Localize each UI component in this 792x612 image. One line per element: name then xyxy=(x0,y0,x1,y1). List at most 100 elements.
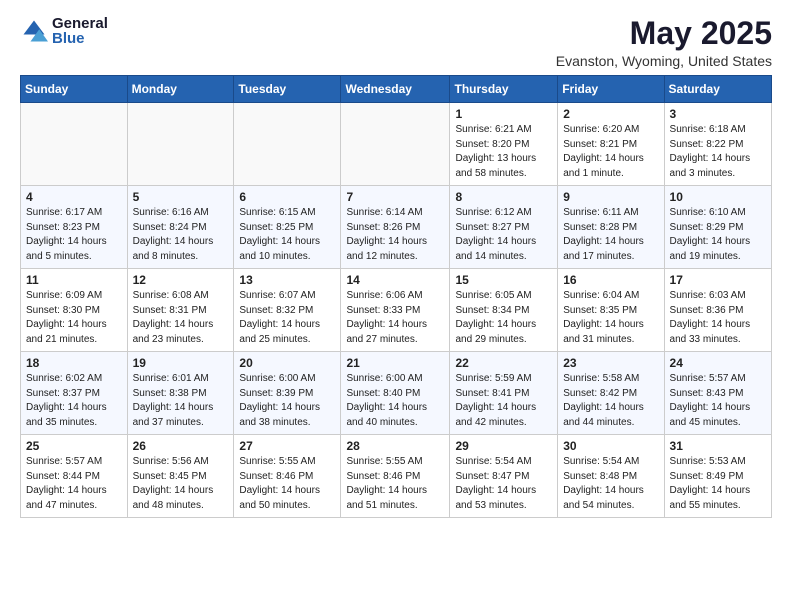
day-number: 7 xyxy=(346,190,444,204)
day-number: 4 xyxy=(26,190,122,204)
cell-w4-d3: 20 Sunrise: 6:00 AM Sunset: 8:39 PM Dayli… xyxy=(234,352,341,435)
cell-w5-d7: 31Sunrise: 5:53 AM Sunset: 8:49 PM Dayli… xyxy=(664,435,771,518)
cell-w2-d2: 5 Sunrise: 6:16 AM Sunset: 8:24 PM Daylig… xyxy=(127,186,234,269)
day-number: 30 xyxy=(563,439,658,453)
day-content: Sunrise: 6:21 AM Sunset: 8:20 PM Dayligh… xyxy=(455,123,552,181)
day-number: 28 xyxy=(346,439,444,453)
main-title: May 2025 xyxy=(556,16,772,51)
day-number: 23 xyxy=(563,356,658,370)
logo-icon xyxy=(20,17,48,45)
day-content: Sunrise: 5:57 AM Sunset: 8:44 PM Dayligh… xyxy=(26,455,122,513)
cell-w1-d3 xyxy=(234,103,341,186)
cell-w3-d7: 17 Sunrise: 6:03 AM Sunset: 8:36 PM Dayli… xyxy=(664,269,771,352)
cell-w3-d1: 11Sunrise: 6:09 AM Sunset: 8:30 PM Dayli… xyxy=(21,269,128,352)
day-number: 12 xyxy=(133,273,229,287)
day-content: Sunrise: 5:54 AM Sunset: 8:47 PM Dayligh… xyxy=(455,455,552,513)
cell-w5-d1: 25 Sunrise: 5:57 AM Sunset: 8:44 PM Dayli… xyxy=(21,435,128,518)
day-number: 26 xyxy=(133,439,229,453)
logo-blue-text: Blue xyxy=(52,31,108,46)
cell-w3-d2: 12 Sunrise: 6:08 AM Sunset: 8:31 PM Dayli… xyxy=(127,269,234,352)
day-content: Sunrise: 6:11 AM Sunset: 8:28 PM Dayligh… xyxy=(563,206,658,264)
day-content: Sunrise: 5:59 AM Sunset: 8:41 PM Dayligh… xyxy=(455,372,552,430)
day-number: 20 xyxy=(239,356,335,370)
subtitle: Evanston, Wyoming, United States xyxy=(556,53,772,69)
week-row-2: 4Sunrise: 6:17 AM Sunset: 8:23 PM Daylig… xyxy=(21,186,772,269)
day-content: Sunrise: 6:01 AM Sunset: 8:38 PM Dayligh… xyxy=(133,372,229,430)
cell-w2-d1: 4Sunrise: 6:17 AM Sunset: 8:23 PM Daylig… xyxy=(21,186,128,269)
cell-w5-d2: 26 Sunrise: 5:56 AM Sunset: 8:45 PM Dayli… xyxy=(127,435,234,518)
day-number: 21 xyxy=(346,356,444,370)
cell-w2-d3: 6Sunrise: 6:15 AM Sunset: 8:25 PM Daylig… xyxy=(234,186,341,269)
cell-w3-d5: 15Sunrise: 6:05 AM Sunset: 8:34 PM Dayli… xyxy=(450,269,558,352)
col-saturday: Saturday xyxy=(664,76,771,103)
week-row-3: 11Sunrise: 6:09 AM Sunset: 8:30 PM Dayli… xyxy=(21,269,772,352)
cell-w4-d7: 24 Sunrise: 5:57 AM Sunset: 8:43 PM Dayli… xyxy=(664,352,771,435)
col-friday: Friday xyxy=(558,76,664,103)
day-content: Sunrise: 5:56 AM Sunset: 8:45 PM Dayligh… xyxy=(133,455,229,513)
col-thursday: Thursday xyxy=(450,76,558,103)
day-number: 2 xyxy=(563,107,658,121)
day-content: Sunrise: 6:03 AM Sunset: 8:36 PM Dayligh… xyxy=(670,289,766,347)
day-content: Sunrise: 6:20 AM Sunset: 8:21 PM Dayligh… xyxy=(563,123,658,181)
day-number: 8 xyxy=(455,190,552,204)
cell-w4-d6: 23 Sunrise: 5:58 AM Sunset: 8:42 PM Dayli… xyxy=(558,352,664,435)
day-number: 25 xyxy=(26,439,122,453)
week-row-5: 25 Sunrise: 5:57 AM Sunset: 8:44 PM Dayli… xyxy=(21,435,772,518)
cell-w3-d4: 14 Sunrise: 6:06 AM Sunset: 8:33 PM Dayli… xyxy=(341,269,450,352)
day-number: 1 xyxy=(455,107,552,121)
day-number: 18 xyxy=(26,356,122,370)
logo-text: General Blue xyxy=(52,16,108,46)
day-content: Sunrise: 6:05 AM Sunset: 8:34 PM Dayligh… xyxy=(455,289,552,347)
cell-w5-d5: 29 Sunrise: 5:54 AM Sunset: 8:47 PM Dayli… xyxy=(450,435,558,518)
day-content: Sunrise: 5:57 AM Sunset: 8:43 PM Dayligh… xyxy=(670,372,766,430)
day-content: Sunrise: 5:58 AM Sunset: 8:42 PM Dayligh… xyxy=(563,372,658,430)
cell-w4-d1: 18Sunrise: 6:02 AM Sunset: 8:37 PM Dayli… xyxy=(21,352,128,435)
cell-w2-d4: 7 Sunrise: 6:14 AM Sunset: 8:26 PM Daylig… xyxy=(341,186,450,269)
day-number: 27 xyxy=(239,439,335,453)
cell-w2-d6: 9 Sunrise: 6:11 AM Sunset: 8:28 PM Daylig… xyxy=(558,186,664,269)
cell-w1-d4 xyxy=(341,103,450,186)
day-content: Sunrise: 5:54 AM Sunset: 8:48 PM Dayligh… xyxy=(563,455,658,513)
logo: General Blue xyxy=(20,16,108,46)
day-content: Sunrise: 6:08 AM Sunset: 8:31 PM Dayligh… xyxy=(133,289,229,347)
day-number: 17 xyxy=(670,273,766,287)
day-content: Sunrise: 5:55 AM Sunset: 8:46 PM Dayligh… xyxy=(239,455,335,513)
col-wednesday: Wednesday xyxy=(341,76,450,103)
day-number: 9 xyxy=(563,190,658,204)
cell-w3-d3: 13Sunrise: 6:07 AM Sunset: 8:32 PM Dayli… xyxy=(234,269,341,352)
week-row-4: 18Sunrise: 6:02 AM Sunset: 8:37 PM Dayli… xyxy=(21,352,772,435)
day-number: 5 xyxy=(133,190,229,204)
day-content: Sunrise: 6:04 AM Sunset: 8:35 PM Dayligh… xyxy=(563,289,658,347)
page: General Blue May 2025 Evanston, Wyoming,… xyxy=(0,0,792,528)
day-number: 29 xyxy=(455,439,552,453)
cell-w1-d1 xyxy=(21,103,128,186)
cell-w5-d4: 28Sunrise: 5:55 AM Sunset: 8:46 PM Dayli… xyxy=(341,435,450,518)
day-content: Sunrise: 6:06 AM Sunset: 8:33 PM Dayligh… xyxy=(346,289,444,347)
col-monday: Monday xyxy=(127,76,234,103)
day-content: Sunrise: 6:14 AM Sunset: 8:26 PM Dayligh… xyxy=(346,206,444,264)
day-content: Sunrise: 6:12 AM Sunset: 8:27 PM Dayligh… xyxy=(455,206,552,264)
day-number: 24 xyxy=(670,356,766,370)
day-number: 14 xyxy=(346,273,444,287)
day-content: Sunrise: 6:16 AM Sunset: 8:24 PM Dayligh… xyxy=(133,206,229,264)
cell-w2-d5: 8 Sunrise: 6:12 AM Sunset: 8:27 PM Daylig… xyxy=(450,186,558,269)
cell-w5-d3: 27 Sunrise: 5:55 AM Sunset: 8:46 PM Dayli… xyxy=(234,435,341,518)
title-block: May 2025 Evanston, Wyoming, United State… xyxy=(556,16,772,69)
calendar-table: Sunday Monday Tuesday Wednesday Thursday… xyxy=(20,75,772,518)
cell-w4-d4: 21Sunrise: 6:00 AM Sunset: 8:40 PM Dayli… xyxy=(341,352,450,435)
cell-w1-d7: 3Sunrise: 6:18 AM Sunset: 8:22 PM Daylig… xyxy=(664,103,771,186)
day-content: Sunrise: 6:09 AM Sunset: 8:30 PM Dayligh… xyxy=(26,289,122,347)
cell-w4-d5: 22Sunrise: 5:59 AM Sunset: 8:41 PM Dayli… xyxy=(450,352,558,435)
cell-w3-d6: 16 Sunrise: 6:04 AM Sunset: 8:35 PM Dayli… xyxy=(558,269,664,352)
day-number: 31 xyxy=(670,439,766,453)
day-number: 13 xyxy=(239,273,335,287)
cell-w5-d6: 30 Sunrise: 5:54 AM Sunset: 8:48 PM Dayli… xyxy=(558,435,664,518)
week-row-1: 1 Sunrise: 6:21 AM Sunset: 8:20 PM Daylig… xyxy=(21,103,772,186)
day-content: Sunrise: 6:00 AM Sunset: 8:39 PM Dayligh… xyxy=(239,372,335,430)
col-tuesday: Tuesday xyxy=(234,76,341,103)
day-number: 16 xyxy=(563,273,658,287)
day-content: Sunrise: 6:10 AM Sunset: 8:29 PM Dayligh… xyxy=(670,206,766,264)
day-content: Sunrise: 6:15 AM Sunset: 8:25 PM Dayligh… xyxy=(239,206,335,264)
cell-w1-d2 xyxy=(127,103,234,186)
cell-w1-d5: 1 Sunrise: 6:21 AM Sunset: 8:20 PM Daylig… xyxy=(450,103,558,186)
